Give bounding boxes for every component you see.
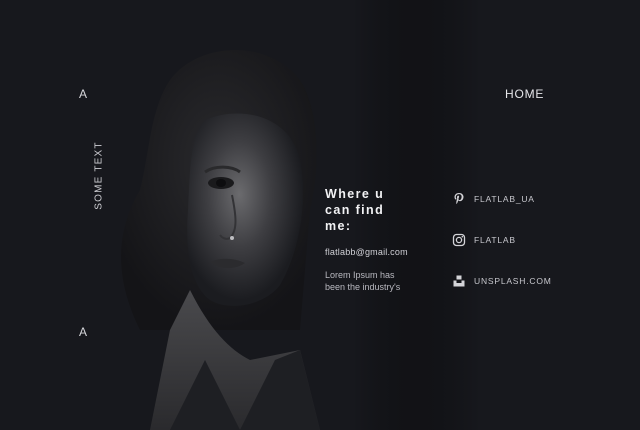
social-label: FLATLAB [474, 235, 516, 245]
social-links: FLATLAB_UA FLATLAB UNSPLASH.COM [452, 190, 602, 313]
instagram-icon [452, 233, 466, 247]
logo-mark-bottom[interactable]: A [79, 325, 88, 339]
social-label: FLATLAB_UA [474, 194, 535, 204]
social-link-unsplash[interactable]: UNSPLASH.COM [452, 272, 602, 290]
contact-heading-line: Where u [325, 187, 385, 201]
description-line: been the industry's [325, 282, 401, 292]
contact-description: Lorem Ipsum has been the industry's [325, 269, 420, 293]
vertical-caption: SOME TEXT [93, 141, 105, 210]
social-link-instagram[interactable]: FLATLAB [452, 231, 602, 249]
social-link-pinterest[interactable]: FLATLAB_UA [452, 190, 602, 208]
social-label: UNSPLASH.COM [474, 276, 552, 286]
nav-home-link[interactable]: HOME [505, 87, 544, 101]
page: A SOME TEXT A HOME Where u can find me: … [0, 0, 640, 430]
description-line: Lorem Ipsum has [325, 270, 395, 280]
logo-mark-top[interactable]: A [79, 87, 88, 101]
unsplash-icon [452, 274, 466, 288]
contact-heading-line: can find [325, 203, 385, 217]
contact-heading: Where u can find me: [325, 186, 435, 234]
contact-block: Where u can find me: flatlabb@gmail.com … [325, 186, 435, 293]
contact-heading-line: me: [325, 219, 352, 233]
pinterest-icon [452, 192, 466, 206]
email-link[interactable]: flatlabb@gmail.com [325, 247, 435, 257]
